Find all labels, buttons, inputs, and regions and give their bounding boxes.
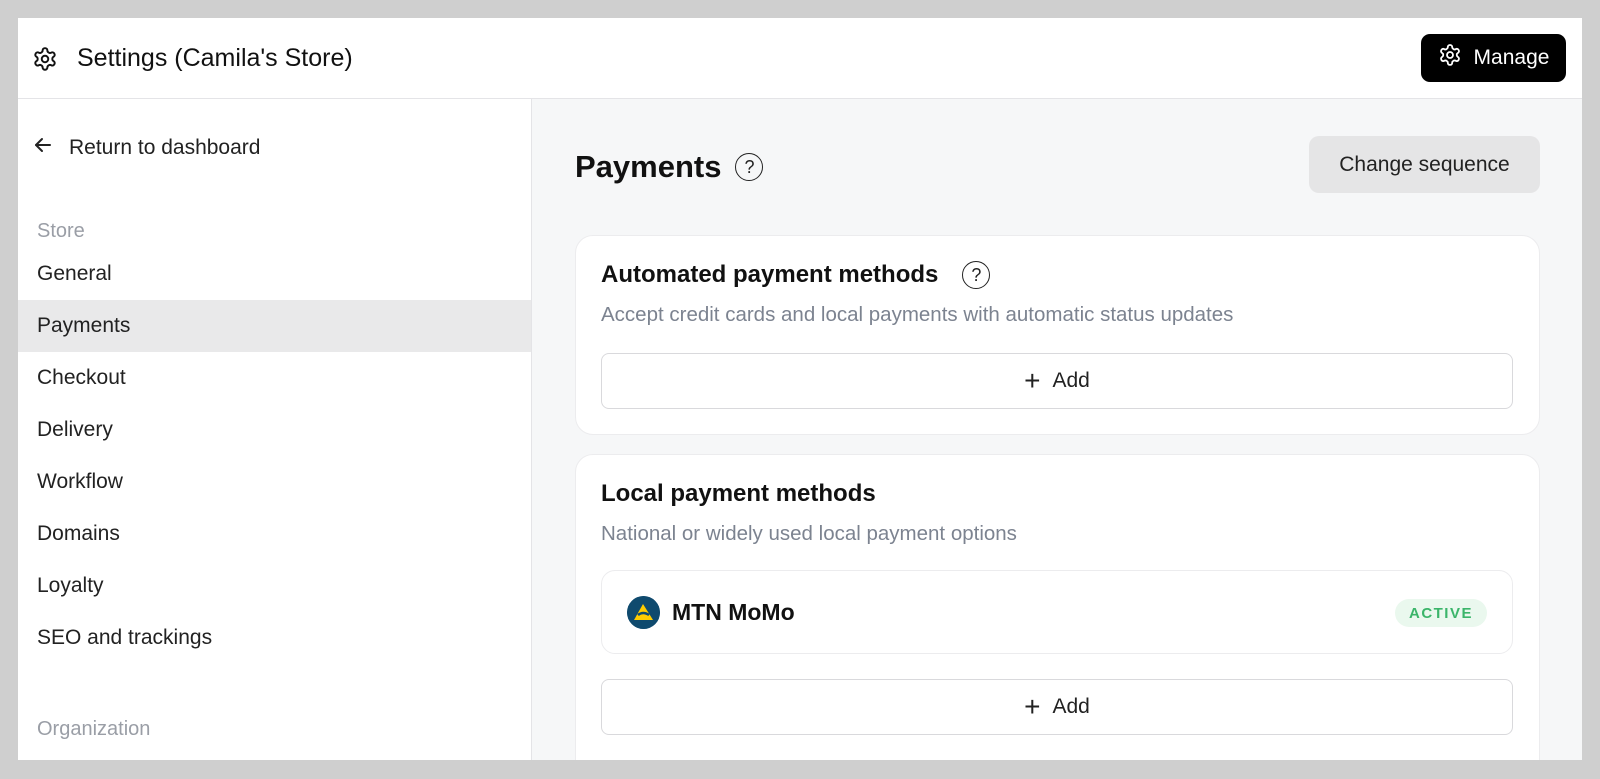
sidebar-item-payments[interactable]: Payments — [18, 300, 531, 352]
sidebar-item-domains[interactable]: Domains — [18, 508, 531, 560]
sidebar-item-general[interactable]: General — [18, 248, 531, 300]
sidebar-item-delivery[interactable]: Delivery — [18, 404, 531, 456]
change-sequence-button[interactable]: Change sequence — [1309, 136, 1540, 193]
top-bar: Settings (Camila's Store) Manage — [18, 18, 1582, 99]
page-title: Payments ? — [575, 149, 764, 185]
section-label-store: Store — [37, 220, 85, 242]
automated-description: Accept credit cards and local payments w… — [601, 303, 1234, 326]
return-to-dashboard-link[interactable]: Return to dashboard — [31, 133, 260, 163]
add-label: Add — [1052, 369, 1090, 392]
local-payment-methods-card: Local payment methods National or widely… — [575, 454, 1540, 760]
main-content: Payments ? Change sequence Automated pay… — [532, 99, 1582, 760]
local-title: Local payment methods — [601, 480, 876, 507]
plus-icon: + — [1024, 365, 1041, 396]
status-badge: ACTIVE — [1394, 599, 1487, 627]
sidebar: Return to dashboard Store General Paymen… — [18, 99, 532, 760]
page-title-text: Payments — [575, 149, 722, 184]
plus-icon: + — [1024, 691, 1041, 722]
automated-title: Automated payment methods — [601, 261, 939, 288]
add-label: Add — [1052, 695, 1090, 718]
mtn-momo-logo-icon — [627, 596, 660, 629]
sidebar-item-seo[interactable]: SEO and trackings — [18, 612, 531, 664]
sidebar-item-loyalty[interactable]: Loyalty — [18, 560, 531, 612]
automated-payment-methods-heading: Automated payment methods ? — [601, 261, 991, 289]
add-automated-method-button[interactable]: + Add — [601, 353, 1513, 409]
payment-method-name: MTN MoMo — [672, 599, 795, 625]
page-window-title: Settings (Camila's Store) — [77, 44, 353, 72]
automated-payment-methods-card: Automated payment methods ? Accept credi… — [575, 235, 1540, 435]
help-icon[interactable]: ? — [962, 261, 991, 289]
sidebar-item-workflow[interactable]: Workflow — [18, 456, 531, 508]
manage-button-label: Manage — [1473, 46, 1550, 69]
return-to-dashboard-label: Return to dashboard — [69, 136, 261, 159]
gear-icon — [1438, 43, 1462, 73]
help-icon[interactable]: ? — [735, 153, 764, 181]
section-label-organization: Organization — [37, 718, 151, 740]
manage-button[interactable]: Manage — [1421, 34, 1566, 82]
gear-icon — [32, 46, 58, 72]
add-local-method-button[interactable]: + Add — [601, 679, 1513, 735]
sidebar-item-checkout[interactable]: Checkout — [18, 352, 531, 404]
payment-method-item[interactable]: MTN MoMo ACTIVE — [601, 570, 1513, 654]
arrow-left-icon — [31, 133, 55, 163]
settings-window: Settings (Camila's Store) Manage Return … — [18, 18, 1582, 760]
local-description: National or widely used local payment op… — [601, 522, 1017, 545]
